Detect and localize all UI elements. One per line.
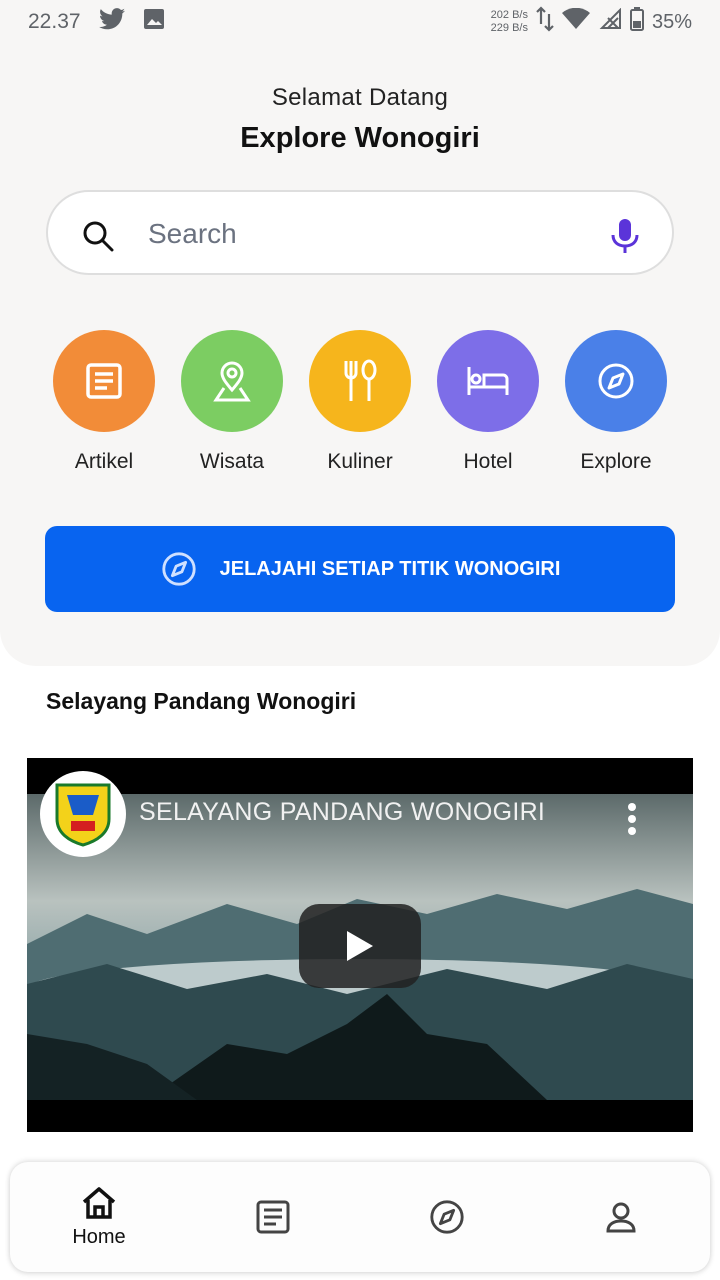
explore-all-label: JELAJAHI SETIAP TITIK WONOGIRI [219,557,561,580]
nav-home[interactable]: Home [29,1162,169,1272]
header-panel: Selamat Datang Explore Wonogiri Artikel … [0,44,720,666]
fork-spoon-icon[interactable] [309,330,411,432]
article-icon [256,1200,290,1234]
profile-icon [606,1202,636,1233]
video-title: SELAYANG PANDANG WONOGIRI [139,798,546,826]
compass-icon[interactable] [565,330,667,432]
bottom-navigation: Home [10,1162,710,1272]
article-icon[interactable] [53,330,155,432]
explore-all-button[interactable]: JELAJAHI SETIAP TITIK WONOGIRI [45,526,675,612]
search-input[interactable] [148,212,588,256]
status-time: 22.37 [28,10,81,33]
category-label: Wisata [199,450,265,473]
category-explore[interactable]: Explore [552,330,680,474]
net-down: 229 B/s [490,22,528,34]
category-label: Explore [580,450,652,473]
category-menu: Artikel Wisata Kuliner Hotel Explore [40,330,680,480]
microphone-icon[interactable] [610,218,640,254]
wifi-icon [561,7,590,36]
bed-icon[interactable] [437,330,539,432]
channel-logo[interactable] [40,771,126,857]
search-bar[interactable] [46,190,674,275]
search-icon[interactable] [82,220,114,252]
category-label: Artikel [74,450,134,473]
nav-home-label: Home [72,1225,126,1248]
category-hotel[interactable]: Hotel [424,330,552,474]
category-label: Hotel [463,450,513,473]
compass-icon [430,1200,464,1234]
battery-level: 35% [651,10,692,33]
section-title: Selayang Pandang Wonogiri [46,688,357,714]
category-wisata[interactable]: Wisata [168,330,296,474]
category-artikel[interactable]: Artikel [40,330,168,474]
nav-articles[interactable] [203,1162,343,1272]
page-title: Explore Wonogiri [240,122,480,154]
battery-icon [629,7,644,37]
play-button-icon[interactable] [299,904,421,988]
no-signal-icon [598,7,622,36]
home-icon [82,1186,116,1219]
welcome-text: Selamat Datang [271,84,449,111]
location-pin-icon[interactable] [181,330,283,432]
net-up: 202 B/s [490,9,528,21]
image-icon [143,8,165,36]
category-kuliner[interactable]: Kuliner [296,330,424,474]
more-options-icon[interactable] [627,802,637,836]
network-speed: 202 B/s 229 B/s [491,9,528,35]
category-label: Kuliner [327,450,393,473]
nav-profile[interactable] [551,1162,691,1272]
video-player[interactable]: SELAYANG PANDANG WONOGIRI [27,758,693,1132]
nav-explore[interactable] [377,1162,517,1272]
status-bar: 22.37 202 B/s 229 B/s 35% [0,0,720,44]
data-transfer-icon [536,6,554,38]
compass-icon [161,552,196,586]
twitter-icon [98,8,125,36]
